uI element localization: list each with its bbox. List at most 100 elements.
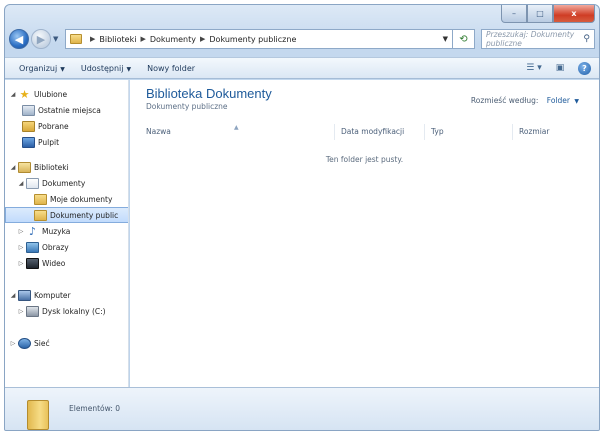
sidebar-item-libraries[interactable]: ◢ Biblioteki [5, 159, 128, 175]
chevron-right-icon[interactable]: ▶ [140, 35, 145, 43]
sidebar-item-favorites[interactable]: ◢ ★ Ulubione [5, 86, 128, 102]
sidebar-item-label: Ulubione [34, 89, 68, 99]
sidebar-item-label: Dokumenty public [50, 210, 119, 220]
sidebar-item-downloads[interactable]: Pobrane [5, 118, 128, 134]
sidebar-item-music[interactable]: ▷ ♪ Muzyka [5, 223, 128, 239]
breadcrumb-dokumenty-publiczne[interactable]: Dokumenty publiczne [209, 35, 296, 44]
expand-arrow-icon[interactable]: ◢ [9, 91, 17, 98]
downloads-icon [22, 120, 35, 132]
address-bar[interactable]: ▶ Biblioteki ▶ Dokumenty ▶ Dokumenty pub… [65, 29, 453, 49]
sidebar-item-network[interactable]: ▷ Sieć [5, 335, 128, 351]
address-dropdown-icon[interactable]: ▼ [443, 35, 448, 43]
folder-icon [34, 193, 47, 205]
sidebar-item-label: Pulpit [38, 137, 60, 147]
column-header-date-modified[interactable]: Data modyfikacji [341, 127, 404, 136]
chevron-down-icon: ▼ [60, 65, 65, 73]
sidebar-item-label: Ostatnie miejsca [38, 105, 101, 115]
preview-pane-icon[interactable]: ▣ [552, 61, 568, 75]
expand-arrow-icon[interactable]: ◢ [17, 180, 25, 187]
column-header-type[interactable]: Typ [431, 127, 444, 136]
computer-icon [18, 289, 31, 301]
command-bar-right: ☰ ▾ ▣ ? [516, 61, 599, 75]
column-divider[interactable] [424, 124, 425, 140]
arrange-by-dropdown[interactable]: Folder [547, 96, 570, 105]
refresh-icon: ⟲ [459, 33, 468, 45]
sidebar-item-pictures[interactable]: ▷ Obrazy [5, 239, 128, 255]
column-header-size[interactable]: Rozmiar [519, 127, 549, 136]
expand-arrow-icon[interactable]: ◢ [9, 292, 17, 299]
column-divider[interactable] [512, 124, 513, 140]
chevron-right-icon[interactable]: ▶ [90, 35, 95, 43]
sort-ascending-icon: ▲ [234, 124, 239, 131]
libraries-icon [18, 161, 31, 173]
arrow-left-icon: ◀ [14, 32, 24, 46]
breadcrumb-biblioteki[interactable]: Biblioteki [99, 35, 136, 44]
new-folder-button[interactable]: Nowy folder [147, 64, 195, 73]
refresh-button[interactable]: ⟲ [453, 29, 475, 49]
chevron-down-icon[interactable]: ▼ [574, 98, 579, 105]
collapse-arrow-icon[interactable]: ▷ [17, 260, 25, 267]
back-button[interactable]: ◀ [9, 29, 29, 49]
folder-icon [27, 400, 49, 430]
search-input[interactable]: Przeszukaj: Dokumenty publiczne ⚲ [481, 29, 595, 49]
breadcrumb-dokumenty[interactable]: Dokumenty [150, 35, 196, 44]
folder-icon [70, 34, 82, 44]
sidebar-item-label: Obrazy [42, 242, 69, 252]
sidebar-item-videos[interactable]: ▷ Wideo [5, 255, 128, 271]
details-pane: Elementów: 0 [5, 387, 599, 430]
collapse-arrow-icon[interactable]: ▷ [9, 340, 17, 347]
item-count: Elementów: 0 [69, 404, 121, 413]
column-headers: ▲ Nazwa Data modyfikacji Typ Rozmiar [130, 124, 599, 140]
sidebar-item-label: Biblioteki [34, 162, 69, 172]
explorer-window: – □ x ◀ ▶ ▼ ▶ Biblioteki ▶ Dokumenty ▶ D… [4, 4, 600, 431]
column-divider[interactable] [334, 124, 335, 140]
sidebar-item-local-disk[interactable]: ▷ Dysk lokalny (C:) [5, 303, 128, 319]
sidebar-item-documents[interactable]: ◢ Dokumenty [5, 175, 128, 191]
chevron-right-icon[interactable]: ▶ [200, 35, 205, 43]
share-button[interactable]: Udostępnij ▼ [81, 64, 131, 73]
share-label: Udostępnij [80, 63, 124, 73]
help-icon[interactable]: ? [578, 61, 591, 75]
sidebar-item-computer[interactable]: ◢ Komputer [5, 287, 128, 303]
collapse-arrow-icon[interactable]: ▷ [17, 244, 25, 251]
sidebar-item-label: Muzyka [42, 226, 71, 236]
column-header-name[interactable]: Nazwa [146, 127, 171, 136]
sidebar-item-my-documents[interactable]: Moje dokumenty [5, 191, 128, 207]
recent-pages-dropdown[interactable]: ▼ [53, 35, 63, 43]
sidebar-item-label: Komputer [34, 290, 71, 300]
close-button[interactable]: x [553, 5, 595, 23]
arrange-label: Rozmieść według: [470, 96, 539, 105]
sidebar-item-label: Wideo [42, 258, 66, 268]
minimize-button[interactable]: – [501, 5, 527, 23]
folder-icon [34, 209, 47, 221]
window-controls: – □ x [501, 5, 595, 23]
hard-disk-icon [26, 305, 39, 317]
star-icon: ★ [19, 87, 30, 101]
video-icon [26, 257, 39, 269]
navigation-pane: ◢ ★ Ulubione Ostatnie miejsca Pobrane Pu… [5, 80, 129, 387]
collapse-arrow-icon[interactable]: ▷ [17, 228, 25, 235]
music-icon: ♪ [28, 224, 37, 238]
recent-places-icon [22, 104, 35, 116]
desktop-icon [22, 136, 35, 148]
collapse-arrow-icon[interactable]: ▷ [17, 308, 25, 315]
pictures-icon [26, 241, 39, 253]
views-icon[interactable]: ☰ ▾ [526, 61, 542, 75]
network-icon [18, 337, 31, 349]
maximize-button[interactable]: □ [527, 5, 553, 23]
content-pane: Biblioteka Dokumenty Dokumenty publiczne… [130, 80, 599, 387]
empty-folder-message: Ten folder jest pusty. [325, 155, 404, 164]
sidebar-item-label: Dysk lokalny (C:) [42, 306, 106, 316]
sidebar-item-label: Pobrane [38, 121, 69, 131]
sidebar-item-public-documents[interactable]: Dokumenty public [5, 207, 128, 223]
command-bar: Organizuj ▼ Udostępnij ▼ Nowy folder ☰ ▾ ▣… [5, 57, 599, 79]
sidebar-item-label: Dokumenty [42, 178, 86, 188]
organize-button[interactable]: Organizuj ▼ [19, 64, 65, 73]
documents-icon [26, 177, 39, 189]
forward-button[interactable]: ▶ [31, 29, 51, 49]
chevron-down-icon: ▼ [126, 65, 132, 73]
search-icon[interactable]: ⚲ [583, 34, 590, 44]
sidebar-item-desktop[interactable]: Pulpit [5, 134, 128, 150]
expand-arrow-icon[interactable]: ◢ [9, 164, 17, 171]
sidebar-item-recent-places[interactable]: Ostatnie miejsca [5, 102, 128, 118]
